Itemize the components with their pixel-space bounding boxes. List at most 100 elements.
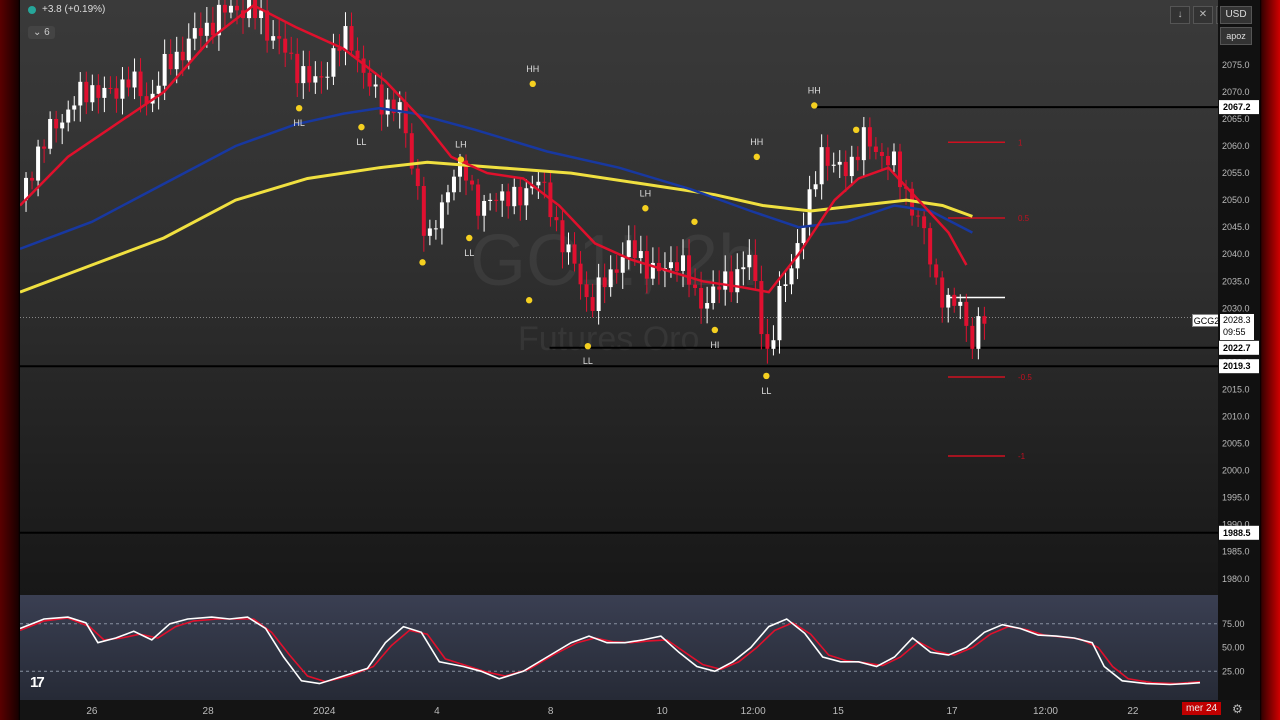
swing-dot [811,102,818,109]
gear-icon[interactable]: ⚙ [1232,702,1243,716]
candle-body [192,28,197,39]
candle-body [168,53,173,70]
level-tag: 2019.3 [1223,361,1251,371]
candle-body [367,72,372,87]
candle-body [506,191,511,207]
swing-label: HI [710,340,719,350]
candle-body [536,181,541,186]
price-tick: 2060.0 [1222,141,1250,151]
countdown: 09:55 [1223,327,1246,337]
candle-body [940,277,945,308]
candle-body [259,10,264,19]
candle-body [60,122,65,129]
swing-label: LL [464,248,474,258]
candle-body [952,294,957,306]
oscillator-chart[interactable] [20,595,1218,700]
candle-body [90,85,95,103]
candle-body [560,220,565,253]
time-tick: 28 [203,706,215,717]
candle-body [922,216,927,229]
price-pane[interactable]: GC1!, 2h Futures Oro 1 0.5 -0.5 -1 HL LL LH LL H… [20,0,1218,595]
candle-body [451,176,456,193]
candle-body [42,146,47,149]
candle-body [693,284,698,288]
price-tick: 1980.0 [1222,574,1250,584]
candle-body [753,254,758,282]
price-chart[interactable]: 1 0.5 -0.5 -1 HL LL LH LL HH LL LH HI HH LL HH [20,0,1218,595]
time-tick: 17 [946,706,958,717]
candle-body [415,168,420,187]
candle-body [277,36,282,39]
swing-dot [466,234,473,242]
candle-body [916,215,921,217]
candle-body [843,161,848,177]
candle-body [228,5,233,13]
legend: +3.8 (+0.19%) [28,4,105,15]
swing-label: LL [761,386,771,396]
candle-body [180,51,185,61]
candle-body [132,71,137,88]
indicators-toggle[interactable]: ⌄ 6 [28,26,55,39]
candle-body [765,334,770,349]
time-tick: 12:00 [741,706,766,717]
pane-controls: ↓ ✕ ▢ [1170,6,1218,24]
candle-body [488,199,493,201]
level-tag: 2067.2 [1223,102,1251,112]
candle-body [210,22,215,36]
oscillator-pane[interactable] [20,595,1218,700]
candle-body [807,189,812,227]
candle-body [265,10,270,41]
candle-body [204,22,209,36]
price-tick: 1995.0 [1222,493,1250,503]
candle-body [608,269,613,288]
candle-body [385,99,390,115]
candle-body [138,71,143,97]
price-tick: 2075.0 [1222,60,1250,70]
time-tick: 8 [548,706,554,717]
swing-label: LL [356,137,366,147]
swing-dot [853,126,860,134]
osc-tick: 50.00 [1222,643,1245,653]
price-tick: 2065.0 [1222,114,1250,124]
candle-body [102,87,107,98]
time-axis[interactable]: 26 28 2024 4 8 10 12:00 15 17 12:00 22 [20,700,1260,720]
candle-body [500,191,505,201]
swing-dot [711,326,719,334]
candle-body [30,177,35,181]
candle-body [855,156,860,161]
candle-body [837,161,842,165]
status-dot-icon [28,5,36,14]
swing-label: HL [293,118,305,128]
fib-label: 0.5 [1018,214,1030,223]
time-tick: 22 [1127,706,1139,717]
currency-selector[interactable]: USD [1220,6,1252,24]
price-axis[interactable]: 1980.0 1985.0 1990.0 1995.0 2000.0 2005.0 2010… [1218,0,1260,700]
price-tick: 2010.0 [1222,412,1250,422]
candle-body [879,152,884,156]
candle-body [36,146,41,181]
arrow-down-icon[interactable]: ↓ [1170,6,1190,24]
candle-body [554,217,559,221]
candle-body [458,160,463,177]
swing-dot [358,123,365,131]
candle-body [789,268,794,285]
candle-body [849,156,854,177]
candle-body [295,53,300,84]
candle-body [699,287,704,309]
candle-body [234,5,239,11]
candle-body [741,267,746,270]
candle-body [289,52,294,54]
candle-body [801,226,806,244]
collapse-icon[interactable]: ✕ [1193,6,1213,24]
candle-body [566,244,571,253]
candle-body [421,186,426,236]
account-selector[interactable]: apoz [1220,27,1252,45]
swing-dot [642,205,649,212]
candle-body [54,118,59,129]
candle-body [934,264,939,278]
price-tick: 2005.0 [1222,439,1250,449]
candle-body [470,180,475,185]
candle-body [723,271,728,290]
osc-tick: 75.00 [1222,619,1245,629]
swing-dot [457,156,465,163]
